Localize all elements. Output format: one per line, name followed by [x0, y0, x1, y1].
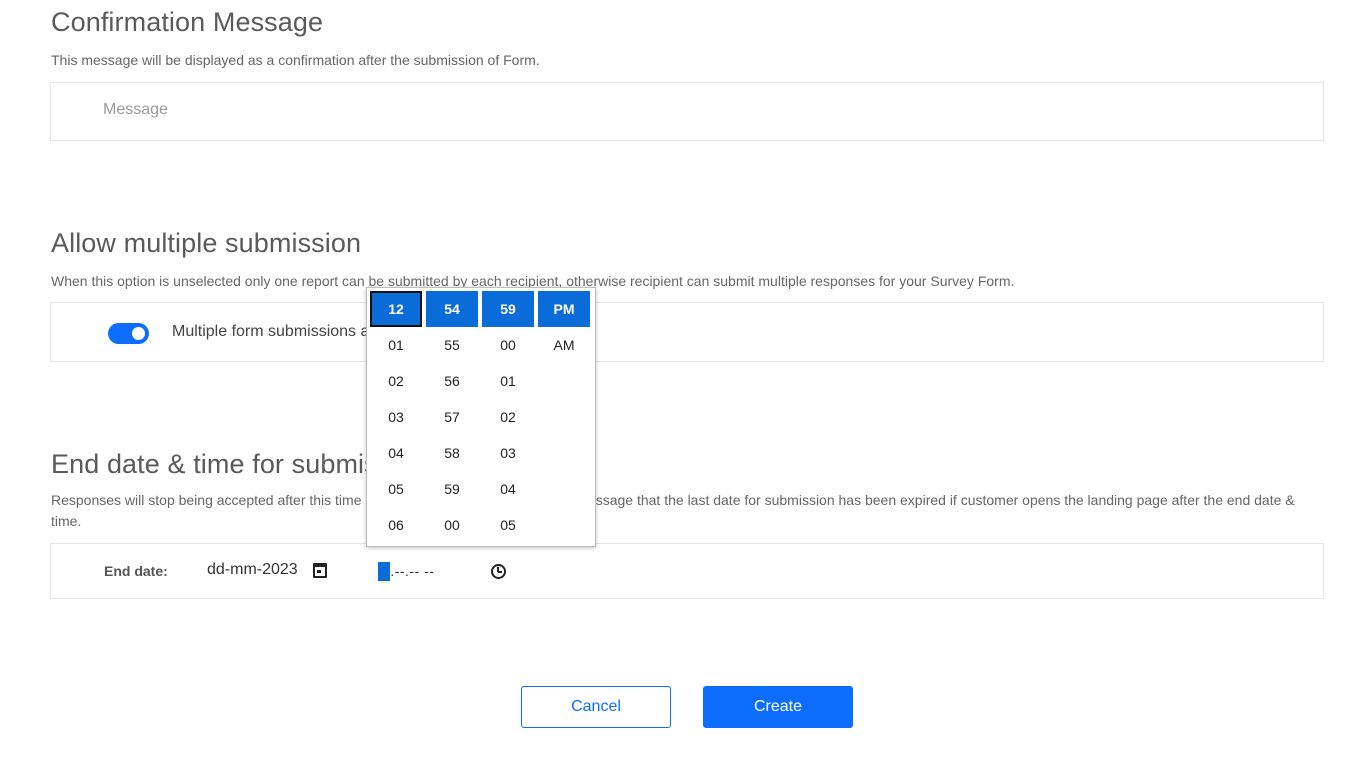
create-button[interactable]: Create — [703, 686, 853, 728]
message-box — [50, 82, 1324, 141]
period-column: PM AM — [538, 291, 590, 363]
second-option[interactable]: 04 — [482, 471, 534, 507]
multiple-submission-toggle[interactable] — [108, 323, 149, 344]
second-option[interactable]: 02 — [482, 399, 534, 435]
second-option[interactable]: 59 — [482, 291, 534, 327]
period-option[interactable]: PM — [538, 291, 590, 327]
time-picker-popup: 12 01 02 03 04 05 06 54 55 56 57 58 59 0… — [366, 287, 596, 547]
date-year: 2023 — [262, 561, 298, 578]
hour-option[interactable]: 05 — [370, 471, 422, 507]
minute-option[interactable]: 55 — [426, 327, 478, 363]
time-rest-segment: .--.-- -- — [390, 563, 435, 579]
multiple-submission-title: Allow multiple submission — [51, 228, 362, 258]
seconds-column: 59 00 01 02 03 04 05 — [482, 291, 534, 543]
clock-icon[interactable] — [491, 564, 506, 579]
cancel-button[interactable]: Cancel — [521, 686, 671, 728]
multiple-submission-box: Multiple form submissions allowed per co… — [50, 302, 1324, 362]
hour-option[interactable]: 04 — [370, 435, 422, 471]
end-date-description: Responses will stop being accepted after… — [51, 492, 1295, 529]
second-option[interactable]: 01 — [482, 363, 534, 399]
toggle-knob — [132, 327, 145, 340]
end-date-label: End date: — [104, 563, 168, 579]
second-option[interactable]: 03 — [482, 435, 534, 471]
end-date-input[interactable]: dd-mm-2023 — [207, 561, 298, 579]
period-option[interactable]: AM — [538, 327, 590, 363]
minute-option[interactable]: 57 — [426, 399, 478, 435]
minute-option[interactable]: 56 — [426, 363, 478, 399]
date-placeholder: dd-mm- — [207, 561, 263, 578]
time-hour-segment[interactable]: -- — [378, 562, 391, 581]
second-option[interactable]: 00 — [482, 327, 534, 363]
hours-column: 12 01 02 03 04 05 06 — [370, 291, 422, 543]
hour-option[interactable]: 12 — [370, 291, 422, 327]
confirmation-title: Confirmation Message — [51, 7, 324, 37]
minutes-column: 54 55 56 57 58 59 00 — [426, 291, 478, 543]
hour-option[interactable]: 06 — [370, 507, 422, 543]
minute-option[interactable]: 54 — [426, 291, 478, 327]
minute-option[interactable]: 58 — [426, 435, 478, 471]
hour-option[interactable]: 02 — [370, 363, 422, 399]
confirmation-description: This message will be displayed as a conf… — [51, 52, 540, 68]
end-time-input[interactable]: --.--.-- -- — [378, 562, 434, 581]
calendar-icon[interactable] — [313, 563, 327, 578]
message-input[interactable] — [103, 101, 1203, 119]
minute-option[interactable]: 59 — [426, 471, 478, 507]
hour-option[interactable]: 03 — [370, 399, 422, 435]
minute-option[interactable]: 00 — [426, 507, 478, 543]
end-date-box: End date: dd-mm-2023 --.--.-- -- — [50, 543, 1324, 599]
second-option[interactable]: 05 — [482, 507, 534, 543]
hour-option[interactable]: 01 — [370, 327, 422, 363]
